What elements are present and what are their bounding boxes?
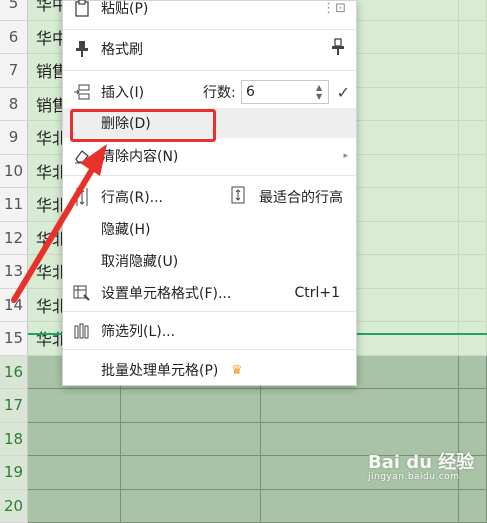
- menu-item-format-cells[interactable]: 设置单元格格式(F)... Ctrl+1: [63, 278, 356, 308]
- row-header[interactable]: 20: [0, 490, 28, 523]
- menu-item-batch[interactable]: 批量处理单元格(P) ♛: [63, 355, 356, 385]
- table-cell[interactable]: [459, 21, 487, 55]
- menu-item-clear-content[interactable]: 清除内容(N) ▸: [63, 141, 356, 171]
- format-cells-label: 设置单元格格式(F)...: [101, 283, 231, 303]
- row-height-label: 行高(R)...: [101, 187, 163, 207]
- menu-item-paste[interactable]: 粘贴(P) ⋮⊡: [63, 0, 356, 23]
- menu-item-row-height[interactable]: 行高(R)... 最适合的行高: [63, 182, 356, 212]
- table-cell[interactable]: [459, 88, 487, 122]
- table-cell[interactable]: [121, 490, 261, 523]
- row-header[interactable]: 10: [0, 155, 28, 189]
- paste-label: 粘贴(P): [101, 0, 148, 18]
- hide-label: 隐藏(H): [101, 219, 150, 239]
- table-cell[interactable]: [459, 389, 487, 423]
- row-height-icon: [72, 187, 92, 207]
- row-count-stepper[interactable]: ▲▼: [316, 83, 322, 101]
- paste-options-icon[interactable]: ⋮⊡: [322, 1, 346, 16]
- table-cell[interactable]: [459, 121, 487, 155]
- row-header[interactable]: 18: [0, 423, 28, 457]
- menu-item-unhide[interactable]: 取消隐藏(U): [63, 246, 356, 276]
- row-header[interactable]: 17: [0, 389, 28, 423]
- table-cell[interactable]: [28, 456, 121, 490]
- table-cell[interactable]: [459, 188, 487, 222]
- row-header[interactable]: 14: [0, 289, 28, 323]
- watermark-url: jingyan.baidu.com: [368, 472, 474, 482]
- row-header[interactable]: 15: [0, 322, 28, 356]
- context-menu: 粘贴(P) ⋮⊡ 格式刷 插入(I) 行数: 6 ▲▼ ✓ 删除(D) 清除内容…: [62, 0, 357, 386]
- row-header[interactable]: 6: [0, 21, 28, 55]
- insert-row-icon: [72, 82, 92, 102]
- highlight-box: [70, 109, 216, 142]
- table-cell[interactable]: [121, 456, 261, 490]
- menu-item-format-painter[interactable]: 格式刷: [63, 34, 356, 64]
- row-header[interactable]: 8: [0, 88, 28, 122]
- row-count-label: 行数:: [203, 82, 236, 102]
- row-header[interactable]: 13: [0, 255, 28, 289]
- crown-icon: ♛: [231, 363, 243, 378]
- paste-icon: [72, 0, 92, 18]
- row-header[interactable]: 11: [0, 188, 28, 222]
- table-cell[interactable]: [459, 356, 487, 390]
- row-header[interactable]: 19: [0, 456, 28, 490]
- menu-item-hide[interactable]: 隐藏(H): [63, 214, 356, 244]
- format-painter-label: 格式刷: [101, 39, 143, 59]
- table-cell[interactable]: [459, 222, 487, 256]
- watermark-brand: Bai du 经验: [368, 452, 474, 473]
- separator: [63, 349, 356, 350]
- separator: [63, 29, 356, 30]
- best-fit-icon: [230, 186, 246, 208]
- format-cells-shortcut: Ctrl+1: [294, 285, 340, 301]
- table-cell[interactable]: [459, 490, 487, 523]
- table-cell[interactable]: [261, 389, 459, 423]
- table-cell[interactable]: [459, 155, 487, 189]
- table-cell[interactable]: [459, 322, 487, 356]
- table-cell[interactable]: [459, 289, 487, 323]
- table-cell[interactable]: [28, 389, 121, 423]
- row-header[interactable]: 5: [0, 0, 28, 21]
- row-header[interactable]: 7: [0, 54, 28, 88]
- table-cell[interactable]: [459, 54, 487, 88]
- menu-item-insert[interactable]: 插入(I) 行数: 6 ▲▼ ✓: [63, 77, 356, 107]
- menu-item-filter-column[interactable]: 筛选列(L)...: [63, 316, 356, 346]
- table-cell[interactable]: [28, 423, 121, 457]
- table-cell[interactable]: [121, 423, 261, 457]
- separator: [63, 175, 356, 176]
- format-cells-icon: [72, 283, 92, 303]
- watermark: Bai du 经验 jingyan.baidu.com: [368, 448, 474, 482]
- row-header[interactable]: 16: [0, 356, 28, 390]
- batch-label: 批量处理单元格(P): [101, 360, 218, 380]
- row-count-value: 6: [246, 84, 255, 100]
- separator: [63, 70, 356, 71]
- row-header[interactable]: 9: [0, 121, 28, 155]
- brush-icon: [72, 39, 92, 59]
- insert-label: 插入(I): [101, 82, 144, 102]
- separator: [63, 311, 356, 312]
- table-cell[interactable]: [28, 490, 121, 523]
- table-cell[interactable]: [261, 490, 459, 523]
- submenu-arrow-icon: ▸: [343, 151, 348, 161]
- filter-column-icon: [72, 321, 92, 341]
- row-header[interactable]: 12: [0, 222, 28, 256]
- table-cell[interactable]: [459, 0, 487, 21]
- format-painter-side-icon[interactable]: [330, 38, 346, 60]
- best-fit-row-height[interactable]: 最适合的行高: [259, 187, 343, 207]
- eraser-icon: [72, 146, 92, 166]
- table-cell[interactable]: [121, 389, 261, 423]
- clear-label: 清除内容(N): [101, 146, 178, 166]
- check-icon[interactable]: ✓: [337, 83, 350, 102]
- filter-column-label: 筛选列(L)...: [101, 321, 175, 341]
- table-cell[interactable]: [459, 255, 487, 289]
- unhide-label: 取消隐藏(U): [101, 251, 178, 271]
